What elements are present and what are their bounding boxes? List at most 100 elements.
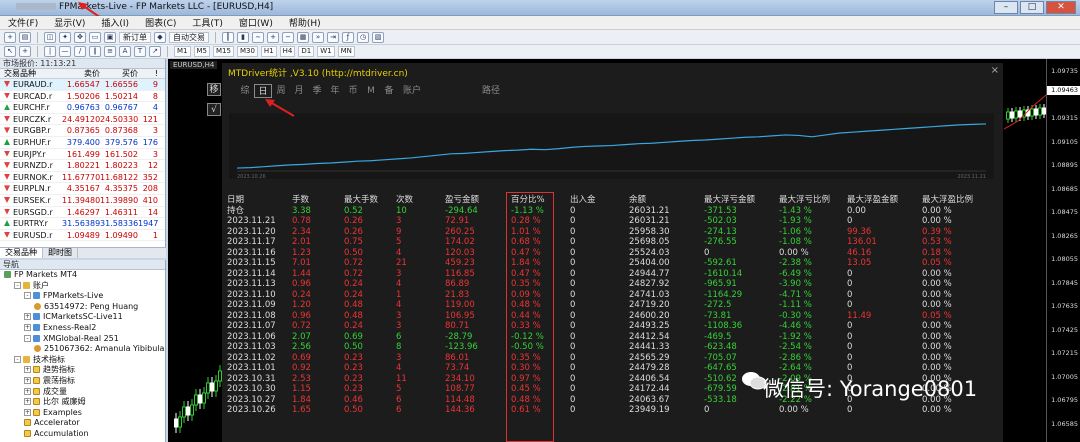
- stats-row[interactable]: 2023.11.13 0.96 0.24 4 86.89 0.35 % 0 24827.92-…: [222, 279, 1003, 290]
- navigator-item[interactable]: + 震荡指标: [0, 376, 165, 387]
- expand-icon[interactable]: +: [24, 323, 31, 331]
- menu-window[interactable]: 窗口(W): [231, 16, 281, 29]
- market-watch-row[interactable]: EURSGD.r 1.46297 1.46311 14: [0, 207, 165, 219]
- column-symbol[interactable]: 交易品种: [0, 69, 62, 78]
- stats-tab[interactable]: 年: [326, 84, 344, 98]
- stats-tab[interactable]: 账户: [398, 84, 426, 98]
- line-chart-icon[interactable]: ∼: [252, 31, 264, 43]
- navigator-item[interactable]: + 趋势指标: [0, 365, 165, 376]
- menu-tools[interactable]: 工具(T): [184, 16, 231, 29]
- stats-tab[interactable]: 季: [308, 84, 326, 98]
- navigator-icon[interactable]: ✥: [74, 31, 86, 43]
- navigator-item[interactable]: + 成交量: [0, 387, 165, 398]
- terminal-icon[interactable]: ▭: [89, 31, 101, 43]
- collapse-icon[interactable]: -: [14, 281, 21, 289]
- stats-tab[interactable]: 币: [344, 84, 362, 98]
- new-order-button[interactable]: 新订单: [119, 31, 151, 43]
- column-spread[interactable]: !: [138, 69, 160, 78]
- column-ask[interactable]: 买价: [100, 69, 138, 78]
- side-check-button[interactable]: √: [207, 103, 221, 116]
- stats-row[interactable]: 2023.11.01 0.92 0.23 4 73.74 0.30 % 0 24479.28-…: [222, 363, 1003, 374]
- stats-tab[interactable]: 备: [380, 84, 398, 98]
- navigator-item[interactable]: - XMGlobal-Real 251: [0, 334, 165, 345]
- menu-view[interactable]: 显示(V): [46, 16, 93, 29]
- navigator-item[interactable]: - 技术指标: [0, 355, 165, 366]
- timeframe-m30[interactable]: M30: [236, 46, 258, 57]
- market-watch-row[interactable]: EURCZK.r 24.49120 24.50330 121: [0, 114, 165, 126]
- tile-windows-icon[interactable]: ▦: [297, 31, 309, 43]
- collapse-icon[interactable]: -: [24, 334, 31, 342]
- navigator-item[interactable]: + 比尔 威廉姆: [0, 397, 165, 408]
- expand-icon[interactable]: +: [24, 398, 31, 406]
- strategy-tester-icon[interactable]: ▣: [104, 31, 116, 43]
- metaeditor-icon[interactable]: ◆: [154, 31, 166, 43]
- expand-icon[interactable]: +: [24, 387, 31, 395]
- fibonacci-icon[interactable]: ≡: [104, 46, 116, 57]
- zoom-out-icon[interactable]: −: [282, 31, 294, 43]
- navigator-item[interactable]: + Examples: [0, 408, 165, 419]
- stats-row[interactable]: 2023.11.15 7.01 0.72 21 459.23 1.84 % 0 25404.0…: [222, 258, 1003, 269]
- timeframe-m5[interactable]: M5: [193, 46, 210, 57]
- market-watch-row[interactable]: EURCAD.r 1.50206 1.50214 8: [0, 91, 165, 103]
- stats-row[interactable]: 2023.11.07 0.72 0.24 3 80.71 0.33 % 0 24493.25-…: [222, 321, 1003, 332]
- stats-row[interactable]: 2023.11.16 1.23 0.50 4 120.03 0.47 % 0 25524.03…: [222, 248, 1003, 259]
- navigator-item[interactable]: - FPMarkets-Live: [0, 291, 165, 302]
- new-chart-icon[interactable]: +: [4, 31, 16, 43]
- menu-charts[interactable]: 图表(C): [137, 16, 184, 29]
- chart-shift-icon[interactable]: ⇥: [327, 31, 339, 43]
- navigator-item[interactable]: + ICMarketsSC-Live11: [0, 312, 165, 323]
- side-move-button[interactable]: 移: [207, 83, 221, 96]
- expand-icon[interactable]: +: [24, 313, 31, 321]
- profiles-icon[interactable]: ▤: [19, 31, 31, 43]
- stats-row[interactable]: 2023.11.17 2.01 0.75 5 174.02 0.68 % 0 25698.05…: [222, 237, 1003, 248]
- navigator-item[interactable]: + Exness-Real2: [0, 323, 165, 334]
- market-watch-icon[interactable]: ◫: [44, 31, 56, 43]
- menu-help[interactable]: 帮助(H): [281, 16, 329, 29]
- stats-row[interactable]: 2023.11.02 0.69 0.23 3 86.01 0.35 % 0 24565.29-…: [222, 353, 1003, 364]
- market-watch-row[interactable]: EURGBP.r 0.87365 0.87368 3: [0, 125, 165, 137]
- menu-file[interactable]: 文件(F): [0, 16, 46, 29]
- minimize-button[interactable]: –: [994, 1, 1018, 14]
- market-watch-row[interactable]: EURUSD.r 1.09489 1.09490 1: [0, 230, 165, 242]
- market-watch-row[interactable]: EURPLN.r 4.35167 4.35375 208: [0, 183, 165, 195]
- candle-chart-icon[interactable]: ▮: [237, 31, 249, 43]
- stats-row[interactable]: 2023.11.20 2.34 0.26 9 260.25 1.01 % 0 25958.30…: [222, 227, 1003, 238]
- periods-icon[interactable]: ◷: [357, 31, 369, 43]
- navigator-item[interactable]: FP Markets MT4: [0, 270, 165, 281]
- market-watch-row[interactable]: EURCHF.r 0.96763 0.96767 4: [0, 102, 165, 114]
- auto-trading-button[interactable]: 自动交易: [169, 31, 209, 43]
- expand-icon[interactable]: +: [24, 366, 31, 374]
- stats-row[interactable]: 2023.11.21 0.78 0.26 3 72.91 0.28 % 0 26031.21-…: [222, 216, 1003, 227]
- tab-tick-chart[interactable]: 即时图: [43, 248, 78, 258]
- maximize-button[interactable]: □: [1020, 1, 1044, 14]
- market-watch-row[interactable]: EURSEK.r 11.39480 11.39890 410: [0, 195, 165, 207]
- channel-icon[interactable]: ∥: [89, 46, 101, 57]
- timeframe-d1[interactable]: D1: [298, 46, 315, 57]
- timeframe-mn[interactable]: MN: [337, 46, 355, 57]
- navigator-item[interactable]: Accelerator: [0, 418, 165, 429]
- expand-icon[interactable]: +: [24, 408, 31, 416]
- market-watch-row[interactable]: EURJPY.r 161.499 161.502 3: [0, 149, 165, 161]
- market-watch-row[interactable]: EURNOK.r 11.67770 11.68122 352: [0, 172, 165, 184]
- navigator-item[interactable]: - 账户: [0, 281, 165, 292]
- vertical-line-icon[interactable]: |: [44, 46, 56, 57]
- timeframe-h4[interactable]: H4: [279, 46, 296, 57]
- templates-icon[interactable]: ▧: [372, 31, 384, 43]
- column-bid[interactable]: 卖价: [62, 69, 100, 78]
- stats-row[interactable]: 2023.10.26 1.65 0.50 6 144.36 0.61 % 0 23949.19…: [222, 405, 1003, 416]
- text-tool-icon[interactable]: A: [119, 46, 131, 57]
- stats-row[interactable]: 2023.11.10 0.24 0.24 1 21.83 0.09 % 0 24741.03-…: [222, 290, 1003, 301]
- navigator-item[interactable]: 251067362: Amanula Yibibula: [0, 344, 165, 355]
- collapse-icon[interactable]: -: [24, 292, 31, 300]
- stats-row[interactable]: 2023.11.09 1.20 0.48 4 119.00 0.48 % 0 24719.20…: [222, 300, 1003, 311]
- stats-tab-path[interactable]: 路径: [482, 84, 500, 98]
- arrows-icon[interactable]: ↗: [149, 46, 161, 57]
- trendline-icon[interactable]: /: [74, 46, 86, 57]
- stats-row[interactable]: 2023.11.08 0.96 0.48 3 106.95 0.44 % 0 24600.20…: [222, 311, 1003, 322]
- menu-insert[interactable]: 插入(I): [93, 16, 137, 29]
- zoom-in-icon[interactable]: +: [267, 31, 279, 43]
- market-watch-row[interactable]: EURHUF.r 379.400 379.576 176: [0, 137, 165, 149]
- stats-tab[interactable]: M: [362, 84, 380, 98]
- cursor-icon[interactable]: ↖: [4, 46, 16, 57]
- label-tool-icon[interactable]: T: [134, 46, 146, 57]
